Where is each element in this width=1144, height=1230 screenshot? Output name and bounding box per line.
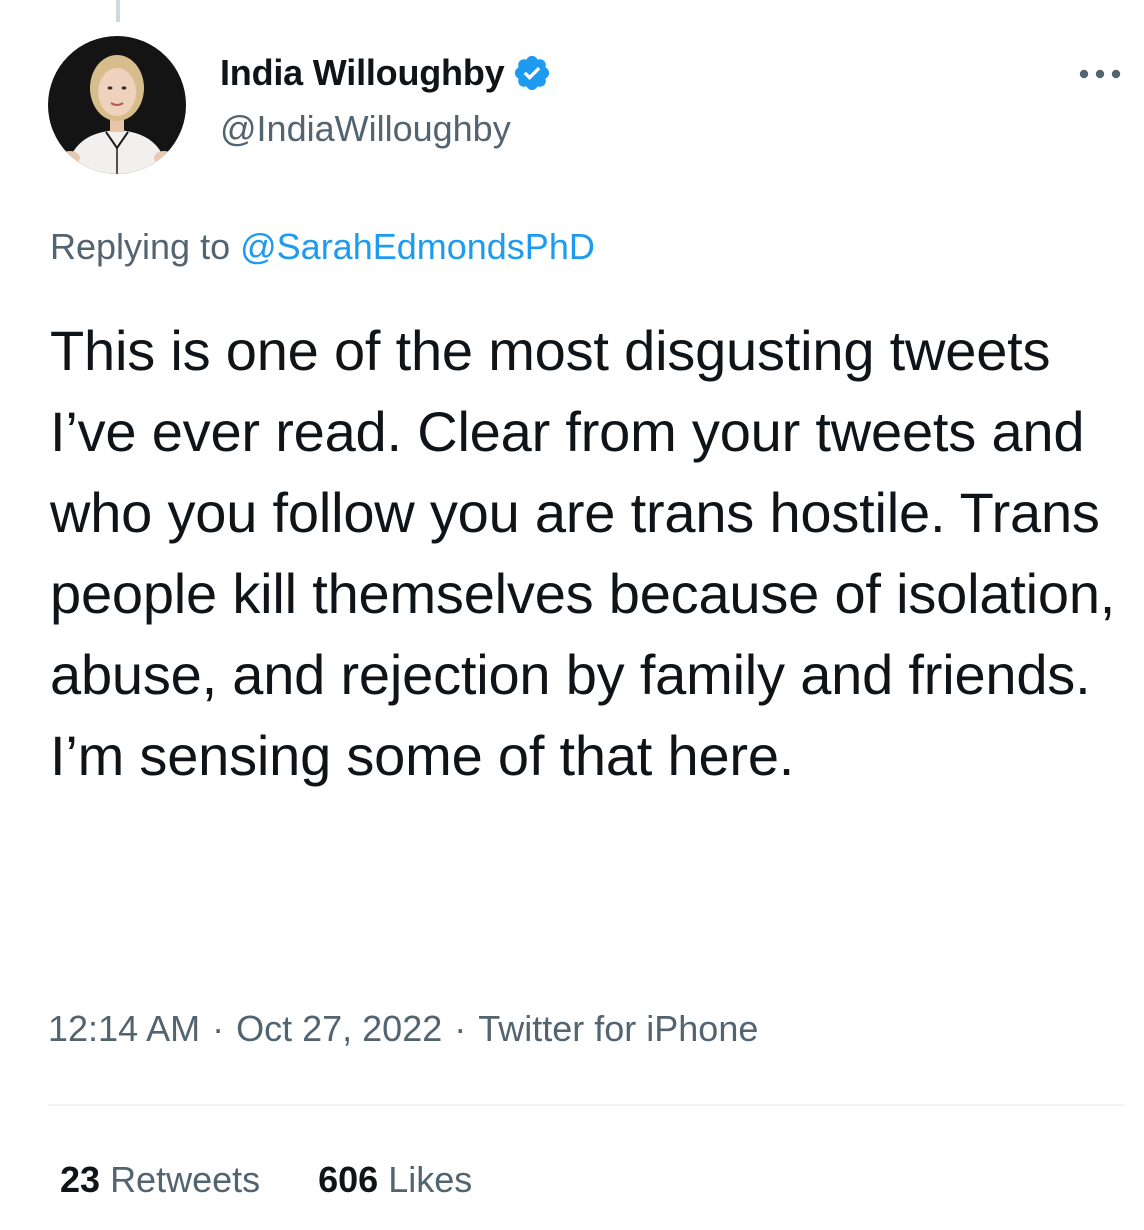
retweets-stat[interactable]: 23 Retweets bbox=[60, 1155, 260, 1205]
tweet-date[interactable]: Oct 27, 2022 bbox=[236, 1008, 442, 1049]
replying-to-line: Replying to @SarahEdmondsPhD bbox=[50, 222, 595, 272]
meta-separator: · bbox=[212, 1008, 225, 1049]
more-options-button[interactable] bbox=[1072, 56, 1128, 92]
author-handle[interactable]: @IndiaWilloughby bbox=[220, 104, 511, 154]
retweets-label: Retweets bbox=[110, 1159, 261, 1200]
stats-divider bbox=[48, 1104, 1124, 1106]
tweet-source[interactable]: Twitter for iPhone bbox=[478, 1008, 758, 1049]
meta-separator: · bbox=[454, 1008, 467, 1049]
more-icon bbox=[1079, 69, 1121, 79]
verified-badge-icon bbox=[512, 53, 552, 93]
replying-to-link[interactable]: @SarahEdmondsPhD bbox=[240, 226, 595, 267]
likes-stat[interactable]: 606 Likes bbox=[318, 1155, 472, 1205]
author-display-name[interactable]: India Willoughby bbox=[220, 48, 505, 98]
author-name-row[interactable]: India Willoughby bbox=[220, 48, 552, 98]
tweet-stats: 23 Retweets 606 Likes bbox=[60, 1155, 530, 1205]
thread-connector-line bbox=[116, 0, 120, 22]
tweet-metadata: 12:14 AM · Oct 27, 2022 · Twitter for iPhone bbox=[48, 1004, 758, 1054]
tweet-text: This is one of the most disgusting tweet… bbox=[50, 319, 1131, 787]
replying-to-prefix: Replying to bbox=[50, 226, 241, 267]
likes-label: Likes bbox=[388, 1159, 473, 1200]
likes-count: 606 bbox=[318, 1159, 379, 1200]
tweet-time[interactable]: 12:14 AM bbox=[48, 1008, 200, 1049]
avatar-photo bbox=[48, 36, 186, 174]
avatar[interactable] bbox=[48, 36, 186, 174]
retweets-count: 23 bbox=[60, 1159, 101, 1200]
